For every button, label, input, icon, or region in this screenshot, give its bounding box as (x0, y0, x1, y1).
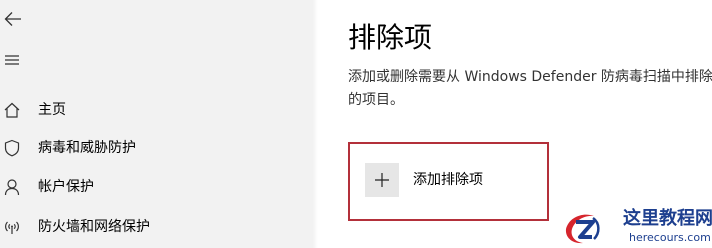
watermark-url: herecours.com (629, 231, 711, 244)
watermark-title: 这里教程网 (623, 208, 712, 229)
hamburger-icon (5, 55, 19, 65)
back-arrow-icon (4, 12, 21, 26)
sidebar: 主页 病毒和威胁防护 帐户保护 防火墙和网络保护 (0, 0, 312, 248)
sidebar-item-home[interactable]: 主页 (0, 95, 300, 125)
add-exclusion-label: 添加排除项 (413, 172, 483, 188)
add-exclusion-button[interactable]: 添加排除项 (365, 163, 535, 197)
sidebar-item-firewall[interactable]: 防火墙和网络保护 (0, 212, 300, 242)
back-button[interactable] (2, 8, 24, 30)
sidebar-item-account-protection[interactable]: 帐户保护 (0, 172, 300, 202)
page-description: 添加或删除需要从 Windows Defender 防病毒扫描中排除的项目。 (348, 69, 712, 108)
home-icon (3, 101, 21, 119)
wifi-icon (3, 218, 21, 236)
menu-button[interactable] (2, 52, 22, 68)
watermark-logo-icon (565, 214, 600, 244)
shield-icon (3, 139, 21, 157)
sidebar-item-label: 帐户保护 (38, 179, 94, 195)
sidebar-item-label: 防火墙和网络保护 (38, 219, 150, 235)
person-icon (3, 178, 21, 196)
plus-icon (365, 163, 399, 197)
sidebar-item-label: 主页 (38, 102, 66, 118)
sidebar-item-label: 病毒和威胁防护 (38, 140, 136, 156)
sidebar-item-virus-protection[interactable]: 病毒和威胁防护 (0, 133, 300, 163)
page-title: 排除项 (348, 21, 433, 54)
watermark: 这里教程网 herecours.com (555, 206, 712, 248)
